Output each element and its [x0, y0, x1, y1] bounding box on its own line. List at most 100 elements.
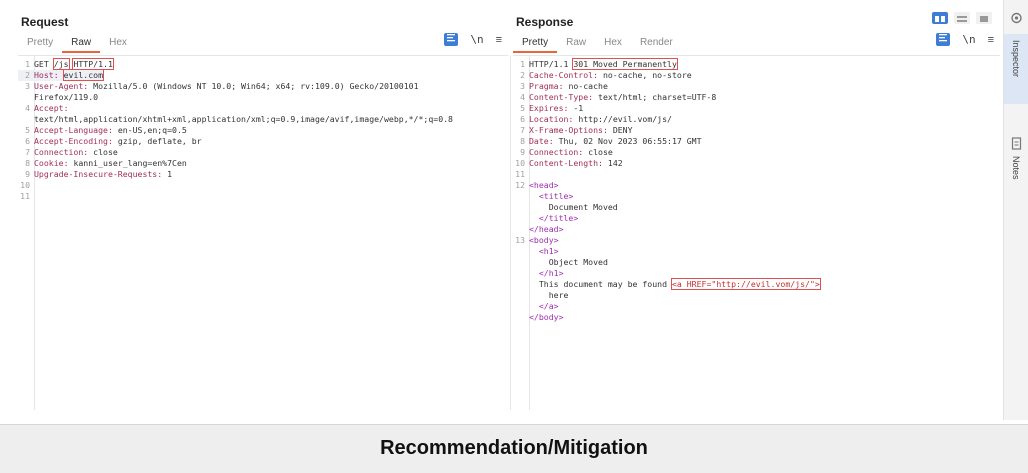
response-tab-raw[interactable]: Raw	[557, 37, 595, 53]
line-text: GET	[34, 59, 54, 69]
sidebar-label-notes: Notes	[1011, 156, 1021, 180]
html-tag: </head>	[529, 224, 564, 234]
sidebar-item-notes[interactable]: Notes	[1004, 156, 1028, 196]
line-text: HTTP/1.1	[529, 59, 574, 69]
request-line: 11	[18, 191, 34, 202]
response-line: 3 Pragma: no-cache	[513, 81, 608, 92]
highlighted-token: HTTP/1.1	[72, 58, 114, 70]
header-key: Date:	[529, 136, 554, 146]
response-tab-hex[interactable]: Hex	[595, 37, 631, 53]
request-line: 5 Accept-Language: en-US,en;q=0.5	[18, 125, 187, 136]
request-line: 2 Host: evil.com	[18, 69, 105, 81]
request-newline-toggle[interactable]: \n	[470, 33, 483, 46]
request-line: 4 Accept:	[18, 103, 73, 114]
request-line: 1 GET /js HTTP/1.1	[18, 58, 114, 70]
header-value: -1	[573, 103, 584, 113]
recommendation-title: Recommendation/Mitigation	[380, 437, 648, 459]
request-tab-pretty[interactable]: Pretty	[18, 37, 62, 53]
line-number: 6	[520, 114, 525, 124]
header-key: Accept-Encoding:	[34, 136, 113, 146]
response-line: 1 HTTP/1.1 301 Moved Permanently	[513, 58, 678, 70]
request-line: 7 Connection: close	[18, 147, 118, 158]
line-number: 4	[25, 103, 30, 113]
line-number: 12	[515, 180, 525, 190]
split-vertical-icon[interactable]	[954, 12, 970, 24]
header-value: http://evil.vom/js/	[578, 114, 672, 124]
header-key: Content-Type:	[529, 92, 594, 102]
response-line: here	[513, 290, 569, 301]
header-value: 1	[167, 169, 173, 179]
header-key: Connection:	[529, 147, 584, 157]
request-format-icon[interactable]	[444, 33, 459, 46]
header-value: en-US,en;q=0.5	[117, 125, 187, 135]
line-number: 2	[520, 70, 525, 80]
line-text: Firefox/119.0	[34, 92, 99, 102]
response-tab-pretty[interactable]: Pretty	[513, 37, 558, 53]
response-line: <h1>	[513, 246, 559, 257]
sidebar-label-inspector: Inspector	[1011, 40, 1021, 78]
header-value: text/html; charset=UTF-8	[598, 92, 717, 102]
header-value: close	[93, 147, 118, 157]
request-line: Firefox/119.0	[18, 92, 98, 103]
request-line: 6 Accept-Encoding: gzip, deflate, br	[18, 136, 202, 147]
header-value: no-cache	[568, 81, 608, 91]
split-horizontal-icon[interactable]	[932, 12, 948, 24]
recommendation-banner: Recommendation/Mitigation	[0, 424, 1028, 473]
header-key: User-Agent:	[34, 81, 89, 91]
response-line: </a>	[513, 301, 559, 312]
line-number: 2	[25, 70, 30, 80]
request-line: text/html,application/xhtml+xml,applicat…	[18, 114, 453, 125]
request-menu-icon[interactable]: ≡	[496, 34, 502, 46]
request-toolbar: \n ≡	[444, 33, 502, 46]
request-tab-hex[interactable]: Hex	[100, 37, 136, 53]
response-line: This document may be found <a HREF="http…	[513, 278, 821, 290]
line-number: 1	[25, 59, 30, 69]
html-tag: </h1>	[538, 268, 564, 278]
sidebar-item-inspector[interactable]: Inspector	[1004, 34, 1028, 104]
response-tab-render[interactable]: Render	[631, 37, 682, 53]
redirect-link-anchor: <a HREF="http://evil.vom/js/">	[670, 278, 821, 290]
line-number: 13	[515, 235, 525, 245]
request-line: 3 User-Agent: Mozilla/5.0 (Windows NT 10.…	[18, 81, 418, 92]
response-title: Response	[516, 15, 574, 29]
request-pane: Request Pretty Raw Hex \n ≡ 1 GET /js HTT…	[18, 0, 508, 410]
response-line: 2 Cache-Control: no-cache, no-store	[513, 70, 692, 81]
request-tab-raw[interactable]: Raw	[62, 37, 101, 53]
notes-icon[interactable]	[1004, 136, 1028, 152]
single-pane-icon[interactable]	[976, 12, 992, 24]
response-line: <title>	[513, 191, 574, 202]
header-key: Accept-Language:	[34, 125, 113, 135]
response-editor[interactable]: 1 HTTP/1.1 301 Moved Permanently 2 Cache-Co…	[513, 55, 1000, 410]
header-key: Pragma:	[529, 81, 564, 91]
header-key: Cache-Control:	[529, 70, 599, 80]
html-tag: <h1>	[538, 246, 559, 256]
settings-icon[interactable]	[1004, 8, 1028, 28]
line-number: 8	[520, 136, 525, 146]
html-tag: </a>	[538, 301, 559, 311]
line-number: 10	[515, 158, 525, 168]
line-number: 5	[520, 103, 525, 113]
response-tabs: Pretty Raw Hex Render	[513, 33, 682, 53]
request-title: Request	[21, 15, 69, 29]
header-value: evil.com	[62, 69, 105, 81]
line-text: This document may be found	[538, 279, 672, 289]
request-editor[interactable]: 1 GET /js HTTP/1.1 2 Host: evil.com 3 User-Ag…	[18, 55, 508, 410]
response-newline-toggle[interactable]: \n	[962, 33, 975, 46]
header-value: close	[588, 147, 613, 157]
pane-divider[interactable]	[510, 55, 511, 410]
line-number: 5	[25, 125, 30, 135]
line-text: Document Moved	[548, 202, 618, 212]
response-menu-icon[interactable]: ≡	[988, 34, 994, 46]
right-sidebar: Inspector Notes	[1003, 0, 1028, 420]
response-line: 11	[513, 169, 529, 180]
line-number: 3	[520, 81, 525, 91]
line-number: 6	[25, 136, 30, 146]
header-value: no-cache, no-store	[602, 70, 692, 80]
response-format-icon[interactable]	[936, 33, 951, 46]
line-number: 3	[25, 81, 30, 91]
response-line: </title>	[513, 213, 578, 224]
